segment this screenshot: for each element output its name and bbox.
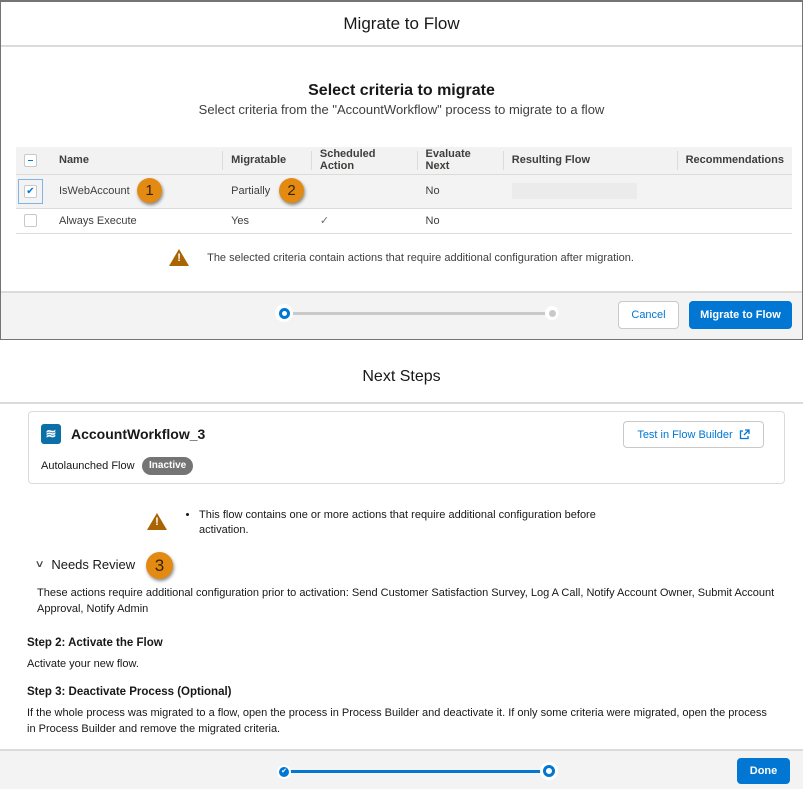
row-checkbox-checked[interactable]: ✔ — [24, 184, 37, 198]
migrate-to-flow-button[interactable]: Migrate to Flow — [689, 301, 792, 329]
column-header-scheduled-action[interactable]: Scheduled Action — [311, 147, 418, 175]
select-all-header[interactable] — [16, 147, 51, 175]
flow-warning: ! This flow contains one or more actions… — [147, 508, 605, 538]
needs-review-label[interactable]: Needs Review — [51, 557, 135, 572]
step-2-text: Activate your new flow. — [27, 658, 139, 670]
callout-badge-1: 1 — [137, 178, 162, 203]
evaluate-next-value: No — [417, 208, 504, 234]
select-all-checkbox[interactable] — [24, 153, 37, 167]
chevron-down-icon[interactable]: ∨ — [35, 559, 45, 570]
scheduled-action-check-icon: ✓ — [311, 208, 418, 234]
modal-footer: Cancel Migrate to Flow — [1, 291, 802, 339]
external-link-icon — [739, 429, 750, 440]
progress-step-1-current[interactable] — [275, 304, 293, 322]
next-steps-title: Next Steps — [362, 368, 441, 385]
modal-title: Migrate to Flow — [343, 13, 460, 33]
modal-header: Migrate to Flow — [1, 2, 802, 47]
step-3-heading: Step 3: Deactivate Process (Optional) — [27, 686, 232, 698]
header-divider — [0, 402, 803, 404]
migrate-to-flow-modal: Migrate to Flow Select criteria to migra… — [0, 0, 803, 340]
column-header-migratable[interactable]: Migratable — [223, 147, 312, 175]
progress-step-2-incomplete[interactable] — [545, 306, 559, 320]
progress-track-complete — [288, 770, 550, 773]
flow-icon: ≋ — [41, 424, 61, 444]
check-icon: ✔ — [279, 767, 289, 777]
warning-text: The selected criteria contain actions th… — [207, 251, 634, 264]
table-header-row: Name Migratable Scheduled Action Evaluat… — [16, 147, 792, 175]
recommendations-value — [677, 174, 792, 209]
needs-review-toggle[interactable]: ∨ Needs Review — [35, 557, 136, 572]
section-subheading: Select criteria from the "AccountWorkflo… — [198, 102, 605, 117]
test-in-flow-builder-label: Test in Flow Builder — [637, 428, 733, 441]
step-2-heading: Step 2: Activate the Flow — [27, 637, 163, 649]
column-header-resulting-flow[interactable]: Resulting Flow — [503, 147, 678, 175]
table-row[interactable]: ✔ IsWebAccount Partially No — [16, 174, 792, 209]
callout-badge-3: 3 — [146, 552, 173, 579]
flow-card: ≋ AccountWorkflow_3 Autolaunched Flow In… — [28, 411, 785, 484]
scheduled-action-value — [311, 174, 418, 209]
test-in-flow-builder-button[interactable]: Test in Flow Builder — [623, 421, 764, 448]
column-header-recommendations[interactable]: Recommendations — [677, 147, 792, 175]
section-heading: Select criteria to migrate — [308, 82, 495, 99]
next-steps-footer: ✔ Done — [0, 749, 803, 789]
warning-list: This flow contains one or more actions t… — [185, 508, 605, 538]
evaluate-next-value: No — [417, 174, 504, 209]
flow-type: Autolaunched Flow — [41, 460, 135, 472]
progress-track — [291, 312, 551, 315]
progress-step-1-complete[interactable]: ✔ — [277, 765, 291, 779]
progress-step-2-current[interactable] — [540, 762, 558, 780]
criteria-table: Name Migratable Scheduled Action Evaluat… — [16, 147, 792, 234]
resulting-flow-value — [503, 208, 678, 234]
recommendations-value — [677, 208, 792, 234]
step-3-text: If the whole process was migrated to a f… — [27, 707, 767, 735]
column-header-evaluate-next[interactable]: Evaluate Next — [417, 147, 505, 175]
callout-badge-2: 2 — [279, 178, 304, 203]
criteria-name: Always Execute — [51, 208, 224, 234]
column-header-name[interactable]: Name — [51, 147, 224, 175]
row-select-cell[interactable]: ✔ — [16, 174, 51, 209]
needs-review-text: These actions require additional configu… — [37, 587, 775, 615]
resulting-flow-cell — [503, 174, 678, 209]
flow-name: AccountWorkflow_3 — [71, 426, 206, 442]
status-badge: Inactive — [142, 457, 194, 475]
done-button[interactable]: Done — [737, 758, 790, 784]
cancel-button[interactable]: Cancel — [618, 301, 679, 329]
row-select-cell[interactable] — [16, 208, 51, 234]
migration-warning: ! The selected criteria contain actions … — [1, 249, 802, 266]
warning-icon: ! — [169, 249, 190, 266]
migratable-value: Yes — [223, 208, 312, 234]
row-checkbox-focus-ring[interactable]: ✔ — [18, 178, 43, 204]
row-checkbox-unchecked[interactable] — [24, 214, 37, 227]
warning-list-item: This flow contains one or more actions t… — [199, 508, 605, 538]
warning-icon: ! — [147, 513, 167, 530]
table-row[interactable]: Always Execute Yes ✓ No — [16, 208, 792, 234]
resulting-flow-placeholder — [511, 183, 637, 199]
